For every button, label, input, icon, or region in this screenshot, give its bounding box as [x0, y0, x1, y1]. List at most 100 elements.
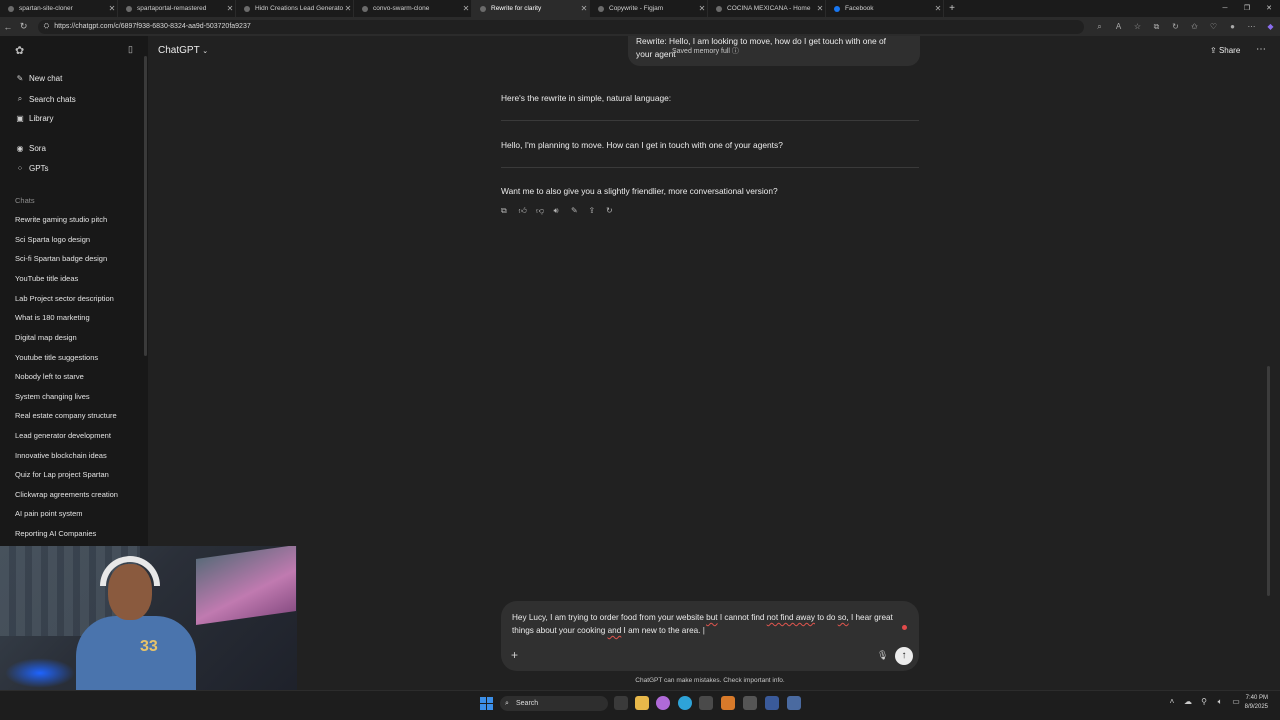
close-icon[interactable]: ✕ [579, 4, 589, 13]
chat-history-item[interactable]: Lab Project sector description [15, 294, 114, 303]
read-aloud-icon[interactable]: 🔊︎ [554, 206, 572, 216]
sidebar-item-new-chat[interactable]: ✎ New chat [14, 74, 63, 83]
misspelled-word[interactable]: but [706, 613, 717, 622]
more-options-icon[interactable]: ⋯ [1242, 22, 1261, 32]
chat-history-item[interactable]: Rewrite gaming studio pitch [15, 215, 107, 224]
favorites-icon[interactable]: ✩ [1185, 22, 1204, 32]
thumbs-down-icon[interactable]: 👎︎ [536, 206, 554, 216]
app-icon[interactable] [743, 696, 757, 710]
memory-badge[interactable]: Saved memory full ⓘ [672, 46, 739, 56]
edge-browser-icon[interactable] [678, 696, 692, 710]
microphone-icon[interactable]: 🎙︎ [877, 650, 888, 661]
chat-history-item[interactable]: What is 180 marketing [15, 313, 90, 322]
chat-history-item[interactable]: YouTube title ideas [15, 274, 78, 283]
start-windows-icon[interactable] [480, 697, 493, 710]
sidebar-item-library[interactable]: ▣ Library [14, 114, 53, 123]
toggle-sidebar-icon[interactable]: ▯ [128, 44, 133, 57]
model-selector[interactable]: ChatGPT ⌄ [158, 45, 208, 56]
site-info-icon[interactable]: ⛭ [44, 23, 50, 31]
chat-history-item[interactable]: Clickwrap agreements creation [15, 490, 118, 499]
sidebar-item-gpts[interactable]: ⁘ GPTs [14, 164, 49, 173]
browser-tab[interactable]: Facebook ✕ [826, 0, 944, 17]
close-icon[interactable]: ✕ [343, 4, 353, 13]
composer[interactable]: Hey Lucy, I am trying to order food from… [501, 601, 919, 671]
misspelled-word[interactable]: not find away [767, 613, 815, 622]
chat-history-item[interactable]: Sci-fi Spartan badge design [15, 254, 107, 263]
chat-history-item[interactable]: Digital map design [15, 333, 77, 342]
chat-history-item[interactable]: Youtube title suggestions [15, 353, 98, 362]
chat-history-item[interactable]: Real estate company structure [15, 411, 117, 420]
system-tray: ˄ ☁ ⚲ 🔈︎ ▭ [1164, 697, 1244, 707]
grammar-indicator-icon[interactable] [902, 625, 907, 630]
browser-tab[interactable]: COCINA MEXICANA - Home ✕ [708, 0, 826, 17]
calculator-icon[interactable] [787, 696, 801, 710]
refresh-extension-icon[interactable]: ↻ [1166, 22, 1185, 32]
address-bar-row: ← ↻ ⛭ https://chatgpt.com/c/6897f938-683… [0, 17, 1280, 36]
wallet-icon[interactable]: ♡ [1204, 22, 1223, 32]
thumbs-up-icon[interactable]: 👍︎ [519, 206, 537, 216]
chatgpt-logo-icon[interactable]: ✿ [15, 44, 24, 57]
volume-icon[interactable]: 🔈︎ [1212, 697, 1228, 707]
chat-history-item[interactable]: Sci Sparta logo design [15, 235, 90, 244]
regenerate-icon[interactable]: ↻ [606, 206, 624, 216]
read-aloud-icon[interactable]: A [1109, 22, 1128, 32]
extensions-icon[interactable]: ⧉ [1147, 22, 1166, 32]
chat-history-item[interactable]: System changing lives [15, 392, 90, 401]
app-icon[interactable] [721, 696, 735, 710]
add-attachment-button[interactable]: + [511, 648, 518, 662]
url-field[interactable]: ⛭ https://chatgpt.com/c/6897f938-6830-83… [37, 19, 1084, 34]
close-icon[interactable]: ✕ [107, 4, 117, 13]
profile-avatar-icon[interactable]: ● [1223, 22, 1242, 32]
taskbar-search-label: Search [516, 700, 539, 707]
browser-tab[interactable]: spartaportal-remastered ✕ [118, 0, 236, 17]
chat-history-item[interactable]: AI pain point system [15, 509, 83, 518]
misspelled-word[interactable]: so, [838, 613, 849, 622]
chat-history-item[interactable]: Nobody left to starve [15, 372, 84, 381]
send-button[interactable]: ↑ [895, 647, 913, 665]
browser-tab-active[interactable]: Rewrite for clarity ✕ [472, 0, 590, 17]
copilot-icon[interactable]: ◆ [1261, 22, 1280, 32]
more-options-button[interactable]: ⋯ [1256, 44, 1266, 55]
sidebar-item-search-chats[interactable]: ⌕ Search chats [14, 94, 76, 104]
edit-in-canvas-icon[interactable]: ✎ [571, 206, 589, 216]
taskbar-search[interactable]: ⌕ Search [500, 696, 608, 711]
taskbar-clock[interactable]: 7:40 PM 8/9/2025 [1234, 694, 1268, 712]
chat-history-item[interactable]: Innovative blockchain ideas [15, 451, 107, 460]
network-icon[interactable]: ☁ [1180, 697, 1196, 707]
minimize-icon[interactable]: ─ [1214, 0, 1236, 17]
task-view-icon[interactable] [614, 696, 628, 710]
browser-tab[interactable]: spartan-site-cloner ✕ [0, 0, 118, 17]
chat-history-item[interactable]: Lead generator development [15, 431, 111, 440]
close-icon[interactable]: ✕ [933, 4, 943, 13]
restore-icon[interactable]: ❐ [1236, 0, 1258, 17]
close-icon[interactable]: ✕ [815, 4, 825, 13]
prompt-input[interactable]: Hey Lucy, I am trying to order food from… [512, 611, 912, 637]
sidebar-item-sora[interactable]: ◉ Sora [14, 144, 46, 153]
copy-icon[interactable]: ⧉ [501, 206, 519, 216]
browser-tab[interactable]: Hidn Creations Lead Generator - ✕ [236, 0, 354, 17]
store-icon[interactable] [699, 696, 713, 710]
close-icon[interactable]: ✕ [697, 4, 707, 13]
close-window-icon[interactable]: ✕ [1258, 0, 1280, 17]
share-button[interactable]: ⇪ Share [1210, 46, 1240, 55]
favorite-star-icon[interactable]: ☆ [1128, 22, 1147, 32]
app-icon[interactable] [765, 696, 779, 710]
copilot-app-icon[interactable] [656, 696, 670, 710]
reload-icon[interactable]: ↻ [16, 21, 32, 32]
chat-history-item[interactable]: Reporting AI Companies [15, 529, 96, 538]
file-explorer-icon[interactable] [635, 696, 649, 710]
chat-scrollbar[interactable] [1267, 366, 1270, 596]
misspelled-word[interactable]: and [608, 626, 622, 635]
back-icon[interactable]: ← [0, 22, 16, 32]
close-icon[interactable]: ✕ [461, 4, 471, 13]
sidebar-scrollbar[interactable] [144, 56, 147, 356]
share-message-icon[interactable]: ⇪ [589, 206, 607, 216]
chat-history-item[interactable]: Quiz for Lap project Spartan [15, 470, 109, 479]
zoom-icon[interactable]: ⌕ [1090, 22, 1109, 32]
browser-tab[interactable]: convo-swarm-clone ✕ [354, 0, 472, 17]
new-tab-button[interactable]: + [944, 3, 960, 14]
location-icon[interactable]: ⚲ [1196, 697, 1212, 707]
chevron-up-icon[interactable]: ˄ [1164, 697, 1180, 707]
browser-tab[interactable]: Copywrite - Figjam ✕ [590, 0, 708, 17]
close-icon[interactable]: ✕ [225, 4, 235, 13]
